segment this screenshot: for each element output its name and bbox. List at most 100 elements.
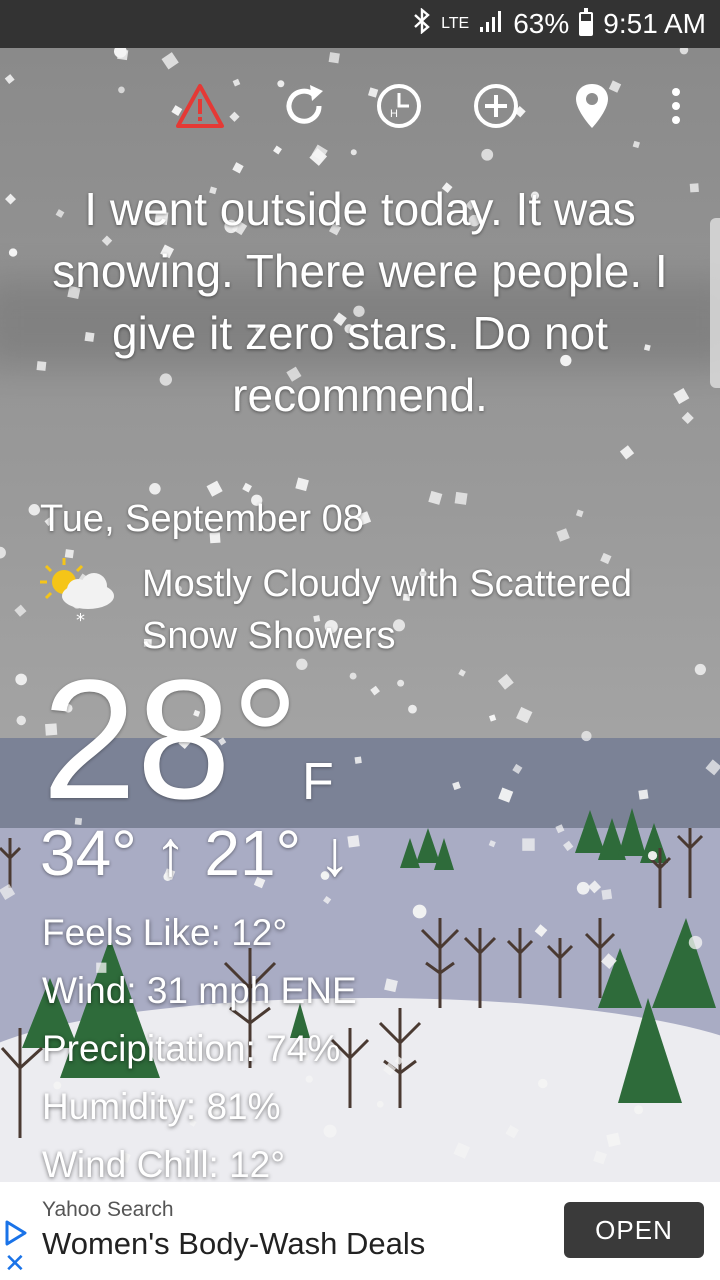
hourly-forecast-icon[interactable]: H <box>371 78 427 134</box>
snowflake <box>555 824 565 834</box>
snowflake <box>688 935 703 950</box>
snowflake <box>606 1132 621 1148</box>
ad-banner[interactable]: ✕ Yahoo Search Women's Body-Wash Deals O… <box>0 1182 720 1280</box>
snowflake <box>505 1125 519 1139</box>
snowflake <box>206 480 223 497</box>
snowflake <box>498 787 514 803</box>
temperature-unit[interactable]: F <box>302 752 334 812</box>
clock: 9:51 AM <box>603 8 706 39</box>
wind: Wind: 31 mph ENE <box>42 970 357 1011</box>
snowflake <box>350 149 357 156</box>
snowflake <box>634 1105 644 1115</box>
snowflake <box>516 706 533 724</box>
warning-icon[interactable] <box>172 78 228 134</box>
humidity: Humidity: 81% <box>42 1086 281 1127</box>
location-pin-icon[interactable] <box>564 78 620 134</box>
snowflake <box>328 52 340 64</box>
add-location-icon[interactable] <box>468 78 524 134</box>
adchoices-play-icon[interactable] <box>4 1220 28 1251</box>
snowflake <box>16 715 26 726</box>
snowflake <box>576 881 590 895</box>
snowflake <box>575 509 584 518</box>
network-type: LTE <box>441 15 470 32</box>
snowflake <box>15 673 27 686</box>
weather-details: Feels Like: 12° Wind: 31 mph ENE Precipi… <box>42 904 357 1194</box>
snowflake <box>0 546 6 559</box>
snowflake <box>689 183 699 193</box>
snowflake <box>601 953 617 970</box>
snowflake <box>232 162 244 174</box>
battery-percent: 63% <box>513 8 570 39</box>
snowflake <box>354 756 362 764</box>
snowflake <box>452 781 461 791</box>
snowflake <box>408 704 417 714</box>
snowflake <box>161 52 179 70</box>
snowflake <box>694 663 706 676</box>
snowflake <box>273 145 282 155</box>
snowflake <box>601 889 613 900</box>
weather-quote: I went outside today. It was snowing. Th… <box>52 183 668 421</box>
snowflake <box>383 1062 396 1076</box>
snowflake <box>394 1056 404 1065</box>
partly-cloudy-snow-icon: * <box>38 556 120 631</box>
snowflake <box>14 604 27 617</box>
snowflake <box>638 789 649 800</box>
snowflake <box>632 140 641 149</box>
snowflake <box>295 477 309 492</box>
status-bar: LTE 63% 9:51 AM <box>0 0 720 48</box>
ad-open-button[interactable]: OPEN <box>564 1202 704 1258</box>
snowflake <box>397 679 405 687</box>
bluetooth-icon <box>413 6 431 41</box>
snowflake <box>488 840 496 848</box>
snowflake <box>556 528 570 542</box>
snowflake <box>588 880 602 894</box>
snowflake <box>428 490 443 505</box>
battery-icon <box>579 8 594 36</box>
snowflake <box>619 445 635 460</box>
refresh-icon[interactable] <box>276 78 332 134</box>
snowflake <box>242 482 252 493</box>
snowflake <box>323 895 332 905</box>
snowflake <box>537 1078 548 1089</box>
toolbar: H <box>0 78 720 134</box>
ad-source: Yahoo Search <box>42 1198 174 1221</box>
precipitation: Precipitation: 74% <box>42 1028 341 1069</box>
snowflake <box>8 248 18 257</box>
snowflake <box>512 763 523 774</box>
snowflake <box>454 491 468 505</box>
snowflake <box>28 504 41 516</box>
snowflake <box>481 148 494 161</box>
snowflake <box>563 840 574 852</box>
snowflake <box>412 904 427 919</box>
battery-level <box>581 21 592 34</box>
more-vert-icon[interactable] <box>648 78 704 134</box>
signal-icon <box>479 8 503 40</box>
snowflake <box>522 838 535 851</box>
snowflake <box>647 850 658 861</box>
snowflake <box>453 1142 470 1159</box>
close-icon[interactable]: ✕ <box>4 1250 26 1276</box>
snowflake <box>149 483 161 495</box>
snowflake <box>593 1150 607 1165</box>
snowflake <box>384 978 398 993</box>
snowflake <box>0 884 16 901</box>
snowflake <box>5 193 16 205</box>
svg-text:*: * <box>76 610 85 628</box>
snowflake <box>534 924 548 938</box>
feels-like: Feels Like: 12° <box>42 912 288 953</box>
snowflake <box>376 1100 384 1108</box>
snowflake <box>679 48 689 55</box>
snowflake <box>705 759 720 776</box>
svg-text:H: H <box>390 108 398 120</box>
ad-title[interactable]: Women's Body-Wash Deals <box>42 1226 425 1262</box>
snowflake <box>349 672 357 680</box>
snowflake <box>497 673 514 690</box>
forecast-date: Tue, September 08 <box>40 498 364 540</box>
snowflake <box>458 669 466 677</box>
snowflake <box>488 714 497 722</box>
snowflake <box>370 685 380 696</box>
scroll-handle[interactable] <box>710 218 720 388</box>
snowflake <box>581 730 592 742</box>
current-temperature: 28° <box>42 645 300 835</box>
high-low-temperature: 34° ↑ 21° ↓ <box>40 817 351 889</box>
